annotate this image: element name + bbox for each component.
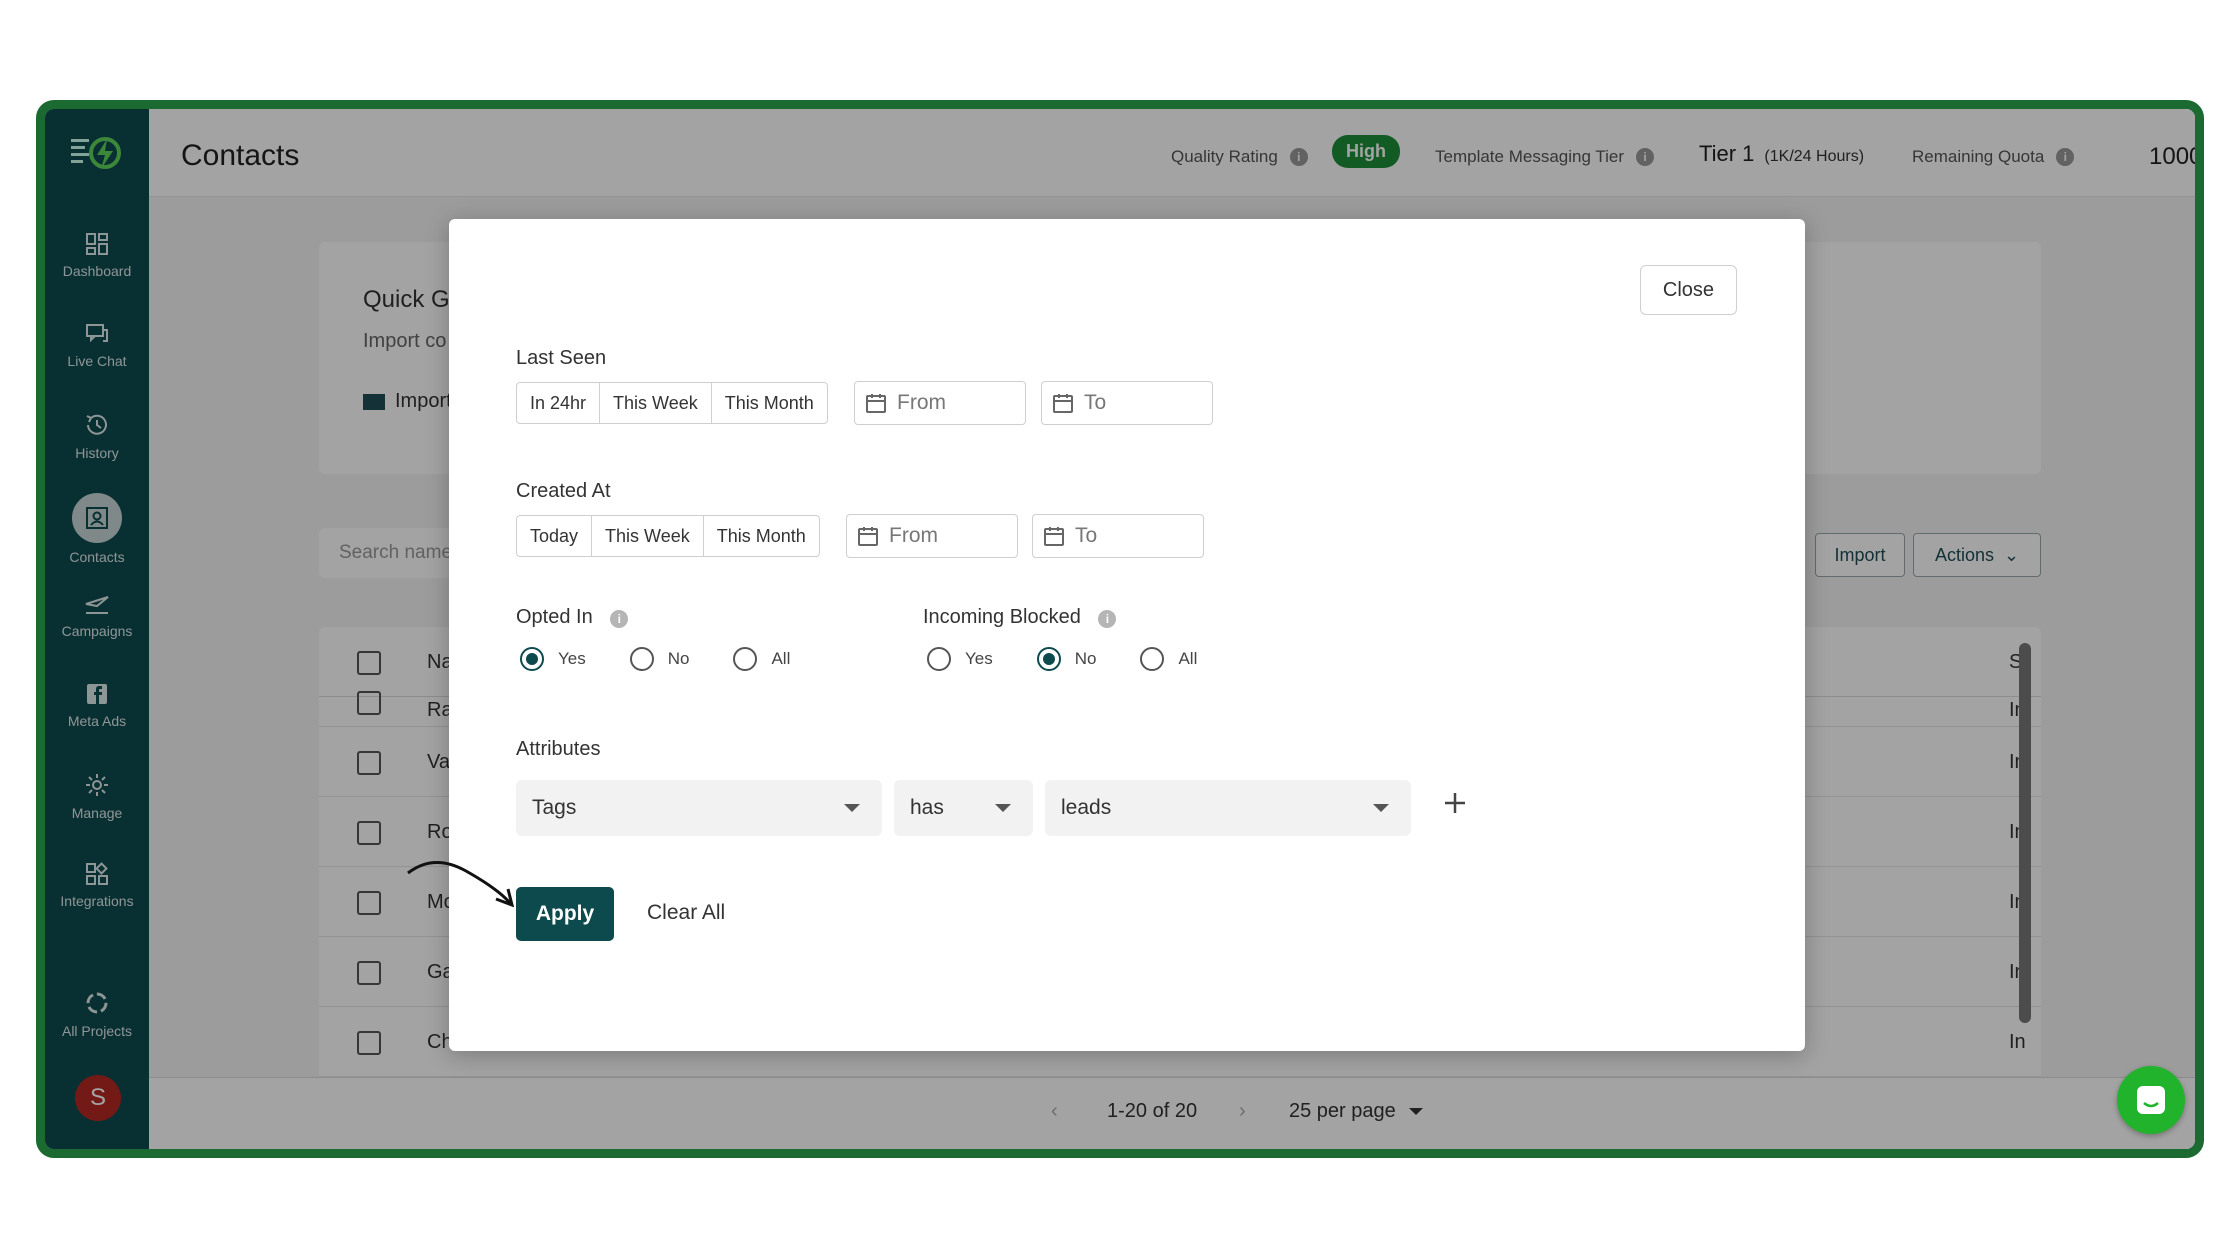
- chat-launcher-button[interactable]: [2117, 1066, 2185, 1134]
- incoming-blocked-all-radio[interactable]: All: [1140, 647, 1197, 671]
- last-seen-to-input[interactable]: To: [1041, 381, 1213, 425]
- arrow-annotation-icon: [407, 861, 515, 908]
- last-seen-option-month[interactable]: This Month: [712, 383, 827, 423]
- created-at-presets: Today This Week This Month: [516, 515, 820, 557]
- chat-bubble-icon: [2137, 1086, 2165, 1114]
- add-attribute-icon[interactable]: [1441, 789, 1469, 817]
- incoming-blocked-label: Incoming Blocked: [923, 606, 1081, 628]
- opted-in-yes-radio[interactable]: Yes: [520, 647, 586, 671]
- last-seen-presets: In 24hr This Week This Month: [516, 382, 828, 424]
- created-at-option-today[interactable]: Today: [517, 516, 593, 556]
- calendar-icon: [858, 527, 878, 546]
- attribute-operator-select[interactable]: has: [894, 780, 1033, 836]
- opted-in-radio-group: Yes No All: [520, 647, 834, 671]
- attributes-label: Attributes: [516, 738, 601, 760]
- attribute-field-select[interactable]: Tags: [516, 780, 882, 836]
- created-at-option-week[interactable]: This Week: [592, 516, 704, 556]
- calendar-icon: [1044, 527, 1064, 546]
- info-icon[interactable]: i: [1098, 610, 1117, 628]
- created-at-from-input[interactable]: From: [846, 514, 1018, 558]
- incoming-blocked-no-radio[interactable]: No: [1036, 647, 1096, 671]
- calendar-icon: [866, 394, 886, 413]
- from-placeholder: From: [889, 524, 938, 547]
- caret-down-icon: [1373, 804, 1389, 812]
- opted-in-all-radio[interactable]: All: [733, 647, 790, 671]
- to-placeholder: To: [1084, 391, 1107, 414]
- created-at-option-month[interactable]: This Month: [704, 516, 819, 556]
- last-seen-option-week[interactable]: This Week: [600, 383, 712, 423]
- incoming-blocked-label-wrap: Incoming Blocked i: [923, 606, 1117, 629]
- attribute-operator-value: has: [910, 796, 944, 819]
- clear-all-button[interactable]: Clear All: [647, 901, 725, 925]
- last-seen-from-input[interactable]: From: [854, 381, 1026, 425]
- incoming-blocked-radio-group: Yes No All: [927, 647, 1241, 671]
- apply-button[interactable]: Apply: [516, 887, 614, 941]
- last-seen-option-24hr[interactable]: In 24hr: [517, 383, 601, 423]
- to-placeholder: To: [1075, 524, 1098, 547]
- info-icon[interactable]: i: [610, 610, 629, 628]
- opted-in-label: Opted In: [516, 606, 593, 628]
- incoming-blocked-yes-radio[interactable]: Yes: [927, 647, 993, 671]
- attribute-value-value: leads: [1061, 796, 1112, 819]
- from-placeholder: From: [897, 391, 946, 414]
- attribute-value-select[interactable]: leads: [1045, 780, 1411, 836]
- close-button[interactable]: Close: [1640, 265, 1737, 315]
- filter-modal: Close Last Seen In 24hr This Week This M…: [407, 219, 1805, 1051]
- opted-in-no-radio[interactable]: No: [629, 647, 689, 671]
- created-at-to-input[interactable]: To: [1032, 514, 1204, 558]
- last-seen-label: Last Seen: [516, 347, 607, 369]
- calendar-icon: [1053, 394, 1073, 413]
- caret-down-icon: [844, 804, 860, 812]
- created-at-label: Created At: [516, 480, 611, 502]
- caret-down-icon: [995, 804, 1011, 812]
- attribute-field-value: Tags: [532, 796, 577, 819]
- opted-in-label-wrap: Opted In i: [516, 606, 629, 629]
